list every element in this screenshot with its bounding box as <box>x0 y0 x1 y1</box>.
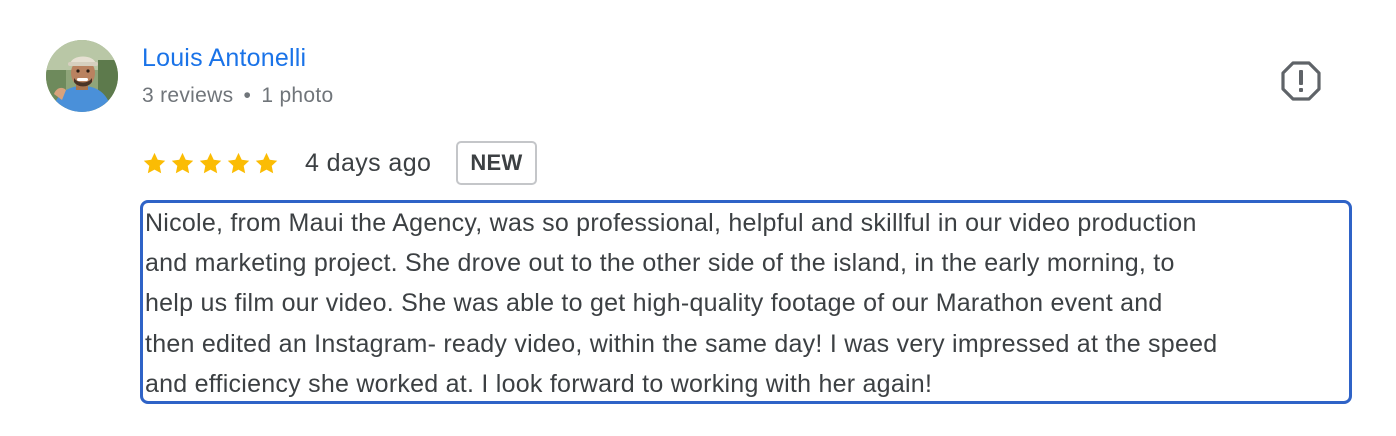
new-badge: NEW <box>456 141 537 185</box>
review-date: 4 days ago <box>305 148 432 177</box>
reviewer-avatar[interactable] <box>46 40 118 112</box>
meta-separator: • <box>243 84 252 107</box>
photo-count: 1 photo <box>261 84 334 107</box>
star-icon <box>254 151 279 176</box>
star-rating <box>142 151 279 176</box>
review-text-line: help us film our video. She was able to … <box>145 289 1163 318</box>
review-count: 3 reviews <box>142 84 234 107</box>
review-text-line: then edited an Instagram- ready video, w… <box>145 329 1218 358</box>
report-flag-icon <box>1281 61 1321 101</box>
reviewer-name-link[interactable]: Louis Antonelli <box>142 44 306 73</box>
report-flag-button[interactable] <box>1280 60 1322 102</box>
review-text-line: and marketing project. She drove out to … <box>145 249 1175 278</box>
review-text-line: Nicole, from Maui the Agency, was so pro… <box>145 209 1197 237</box>
star-icon <box>170 151 195 176</box>
star-icon <box>198 151 223 176</box>
review-card: Louis Antonelli 3 reviews • 1 photo 4 da… <box>0 0 1396 436</box>
review-text-line: and efficiency she worked at. I look for… <box>145 369 933 398</box>
star-icon <box>142 151 167 176</box>
avatar-photo <box>46 40 118 112</box>
review-text-box: Nicole, from Maui the Agency, was so pro… <box>140 200 1352 404</box>
rating-row: 4 days ago NEW <box>142 140 537 186</box>
reviewer-meta: 3 reviews • 1 photo <box>142 84 334 108</box>
review-text: Nicole, from Maui the Agency, was so pro… <box>145 203 1351 404</box>
star-icon <box>226 151 251 176</box>
